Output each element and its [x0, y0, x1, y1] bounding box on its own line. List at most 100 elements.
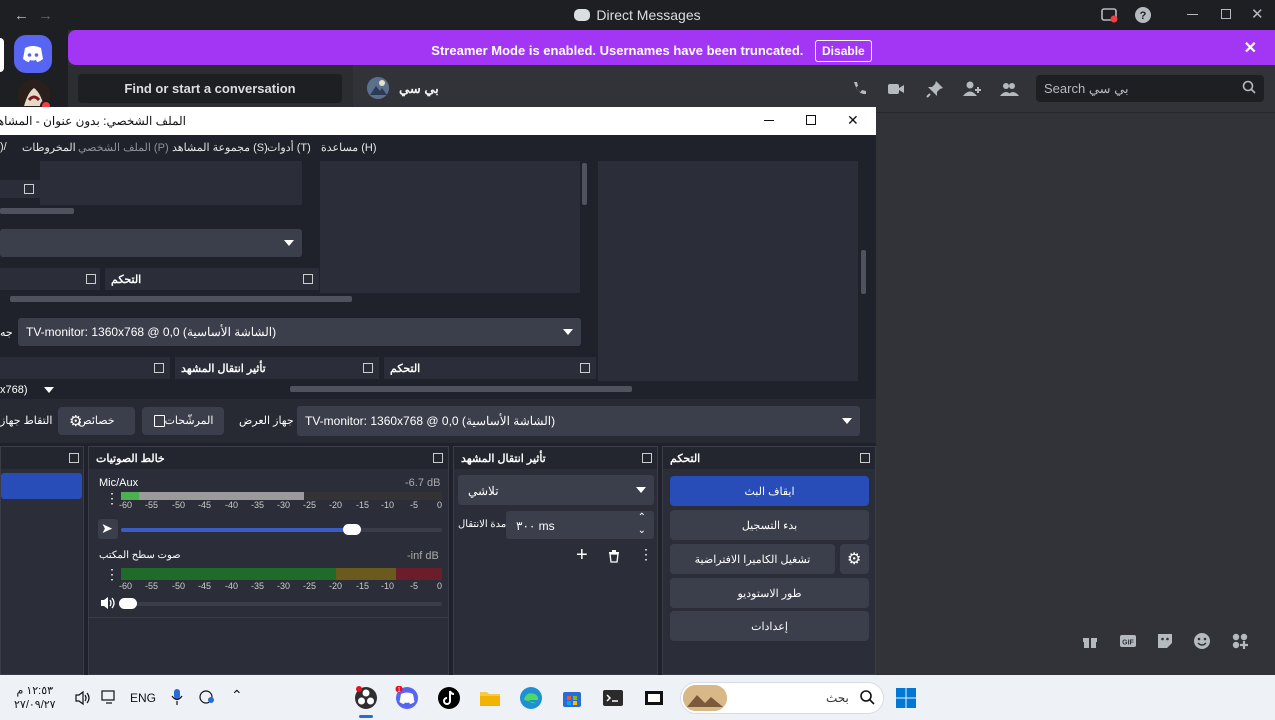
sticker-icon[interactable]: [1156, 632, 1174, 650]
transition-menu-icon[interactable]: ⋮: [639, 547, 653, 561]
emoji-icon[interactable]: [1193, 632, 1211, 650]
mic-menu-icon[interactable]: ⋮: [105, 491, 119, 505]
stop-streaming-button[interactable]: ايقاف البث: [670, 476, 869, 506]
mic-volume-slider[interactable]: [121, 524, 442, 535]
obs-taskbar-icon[interactable]: [354, 686, 378, 710]
desktop-volume-handle[interactable]: [119, 598, 137, 609]
float-icon[interactable]: [580, 363, 590, 373]
mic-meter-peak: [121, 492, 139, 500]
chevron-down-icon: [563, 329, 573, 335]
preview-scrollbar-v1[interactable]: [582, 163, 587, 205]
windows-start-icon[interactable]: [894, 686, 918, 710]
menu-help[interactable]: (H) مساعدة: [321, 141, 377, 154]
clock[interactable]: ١٢:٥٣ م ٢٧/٠٩/٢٧: [14, 684, 56, 712]
obs-minimize-button[interactable]: [764, 120, 774, 121]
ghost-float-1[interactable]: [0, 180, 40, 198]
float-icon[interactable]: [154, 363, 164, 373]
float-icon[interactable]: [433, 453, 443, 463]
obs-maximize-button[interactable]: [806, 115, 816, 125]
close-banner-icon[interactable]: ✕: [1244, 38, 1257, 58]
float-icon[interactable]: [642, 453, 652, 463]
maximize-button[interactable]: [1221, 9, 1231, 19]
virtual-camera-button[interactable]: تشغيل الكاميرا الافتراضية: [670, 544, 835, 574]
menu-profile[interactable]: (P) الملف الشخصي: [78, 141, 169, 154]
add-transition-icon[interactable]: +: [576, 544, 588, 567]
home-button[interactable]: [14, 35, 52, 73]
menu-partial[interactable]: /(: [0, 141, 7, 153]
edge-icon[interactable]: [519, 686, 543, 710]
search-input[interactable]: Search بي سي: [1036, 75, 1264, 102]
discord-taskbar-icon[interactable]: 1: [395, 686, 419, 710]
tick: -35: [251, 500, 265, 510]
tick: -30: [277, 581, 291, 591]
preview-scrollbar-h3[interactable]: [290, 386, 632, 392]
close-window-button[interactable]: ✕: [1251, 5, 1264, 23]
chat-avatar: [367, 77, 389, 99]
ghost-control-label-2: التحكم: [390, 363, 421, 375]
properties-button[interactable]: خصائص ⚙: [58, 407, 135, 435]
gift-icon[interactable]: [1081, 632, 1099, 650]
voice-call-icon[interactable]: [849, 79, 869, 99]
menu-docks[interactable]: المخروطات: [22, 141, 76, 154]
apps-icon[interactable]: [1231, 632, 1249, 650]
desktop-menu-icon[interactable]: ⋮: [105, 567, 119, 581]
mic-volume-handle[interactable]: [343, 524, 361, 535]
chevron-up-icon[interactable]: ⌃: [638, 512, 646, 523]
disable-button[interactable]: Disable: [815, 40, 872, 62]
video-call-icon[interactable]: [886, 79, 906, 99]
tick: -40: [225, 500, 239, 510]
chevron-down-icon: [284, 240, 294, 246]
windows-taskbar: ١٢:٥٣ م ٢٧/٠٩/٢٧ ENG ⌃ 1 بحث: [0, 675, 1275, 720]
mic-mute-button[interactable]: ➤: [98, 519, 118, 539]
pin-icon[interactable]: [925, 79, 945, 99]
duration-input[interactable]: ٣٠٠ ms ⌃ ⌄: [506, 511, 654, 539]
preview-scrollbar-v2[interactable]: [861, 250, 866, 294]
menu-scene-collection[interactable]: (S) مجموعة المشاهد: [172, 141, 268, 154]
ghost-select[interactable]: [0, 229, 302, 257]
capcut-icon[interactable]: [642, 686, 666, 710]
float-icon[interactable]: [860, 453, 870, 463]
mixer-divider: [89, 617, 448, 618]
preview-scrollbar-h1[interactable]: [0, 208, 74, 214]
language-indicator[interactable]: ENG: [130, 691, 156, 705]
add-friend-icon[interactable]: [962, 79, 982, 99]
res-dropdown-arrow[interactable]: [44, 387, 54, 393]
start-recording-button[interactable]: بدء التسجيل: [670, 510, 869, 540]
display-icon[interactable]: [101, 689, 117, 705]
obs-close-button[interactable]: ✕: [847, 112, 859, 129]
scene-item-selected[interactable]: [1, 473, 82, 499]
menu-tools[interactable]: (T) أدوات: [267, 141, 311, 154]
ghost-monitor-select[interactable]: TV-monitor: 1360x768 @ 0,0 (الشاشة الأسا…: [18, 318, 581, 346]
tiktok-taskbar-icon[interactable]: [437, 686, 461, 710]
virtual-camera-settings-button[interactable]: ⚙: [840, 544, 869, 574]
desktop-volume-slider[interactable]: [119, 598, 442, 609]
speaker-icon[interactable]: [99, 595, 117, 611]
float-icon[interactable]: [363, 363, 373, 373]
preview-scrollbar-h2[interactable]: [10, 296, 352, 302]
taskbar-search[interactable]: بحث: [680, 682, 884, 714]
network-icon[interactable]: [198, 689, 216, 705]
trash-icon[interactable]: [607, 549, 621, 563]
file-explorer-icon[interactable]: [478, 686, 502, 710]
filters-button[interactable]: المرشّحات: [142, 407, 224, 435]
find-conversation-input[interactable]: Find or start a conversation: [78, 74, 342, 103]
float-icon[interactable]: [303, 274, 313, 284]
window-titlebar: ← → Direct Messages ? ✕: [0, 0, 1275, 30]
chevron-up-icon[interactable]: ⌃: [231, 687, 243, 704]
store-icon[interactable]: [560, 686, 584, 710]
studio-mode-button[interactable]: طور الاستوديو: [670, 578, 869, 608]
minimize-button[interactable]: [1187, 14, 1198, 15]
terminal-icon[interactable]: [601, 686, 625, 710]
inbox-icon[interactable]: [1100, 6, 1118, 24]
gif-icon[interactable]: GIF: [1119, 632, 1137, 650]
float-icon[interactable]: [86, 274, 96, 284]
microphone-icon[interactable]: [170, 688, 184, 706]
settings-button[interactable]: إعدادات: [670, 611, 869, 641]
chevron-down-icon[interactable]: ⌄: [638, 525, 646, 536]
members-icon[interactable]: [999, 79, 1019, 99]
volume-icon[interactable]: [74, 690, 92, 706]
transition-type-select[interactable]: تلاشي: [458, 475, 654, 505]
help-icon[interactable]: ?: [1134, 6, 1152, 24]
display-device-select[interactable]: TV-monitor: 1360x768 @ 0,0 (الشاشة الأسا…: [297, 406, 860, 436]
float-icon[interactable]: [69, 453, 79, 463]
